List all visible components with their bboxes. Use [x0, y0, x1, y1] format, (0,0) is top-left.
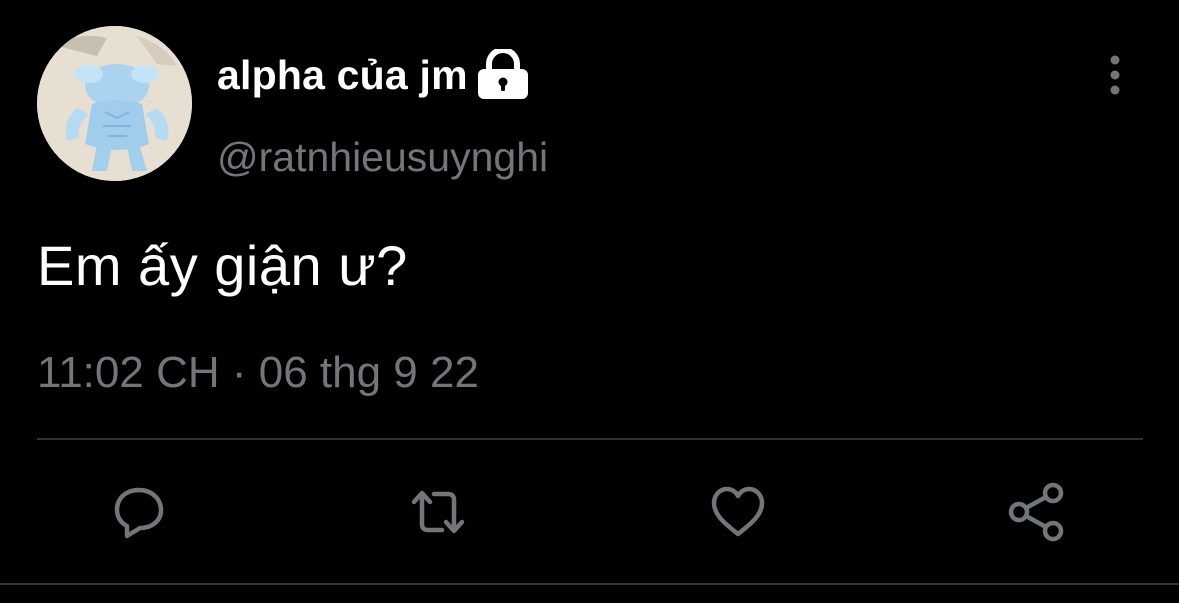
username-handle[interactable]: @ratnhieusuynghi: [217, 132, 548, 182]
retweet-arrows-icon: [411, 490, 465, 534]
tweet-timestamp[interactable]: 11:02 CH · 06 thg 9 22: [37, 347, 479, 399]
like-button[interactable]: [706, 480, 770, 544]
display-name-row[interactable]: alpha của jm: [217, 49, 530, 101]
heart-icon: [711, 486, 765, 537]
reply-button[interactable]: [107, 480, 171, 544]
more-vertical-icon: [1110, 55, 1120, 95]
avatar[interactable]: [37, 26, 192, 181]
display-name[interactable]: alpha của jm: [217, 49, 468, 101]
avatar-image: [37, 26, 192, 181]
retweet-button[interactable]: [406, 480, 470, 544]
share-button[interactable]: [1005, 480, 1069, 544]
divider-bottom: [0, 583, 1179, 585]
lock-icon: [476, 49, 530, 101]
tweet-text: Em ấy giận ư?: [37, 234, 408, 297]
share-icon: [1008, 482, 1064, 542]
divider: [37, 438, 1143, 440]
more-options-button[interactable]: [1098, 52, 1132, 98]
speech-bubble-icon: [114, 487, 164, 539]
